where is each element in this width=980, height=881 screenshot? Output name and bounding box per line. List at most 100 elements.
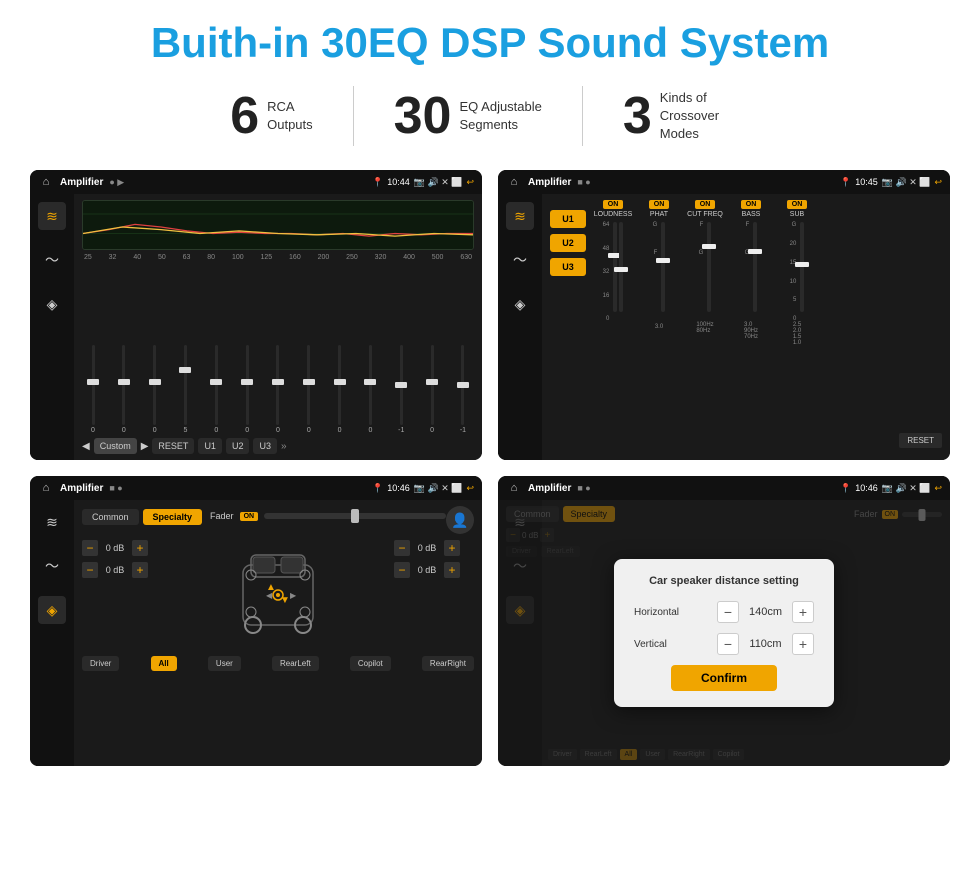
screenshots-grid: ⌂ Amplifier ● ▶ 📍 10:44 📷 🔊 ✕ ⬜ ↩ ≋ 〜 ◈ xyxy=(30,170,950,766)
plus-btn-tr[interactable]: + xyxy=(444,540,460,556)
minus-btn-br[interactable]: − xyxy=(394,562,410,578)
stat-number-rca: 6 xyxy=(230,90,259,142)
screen2-app-name: Amplifier xyxy=(528,177,571,188)
screen3-status-bar: ⌂ Amplifier ■ ● 📍 10:46 📷 🔊 ✕ ⬜ ↩ xyxy=(30,476,482,500)
screen3-time: 10:46 xyxy=(387,483,410,493)
copilot-btn-s3[interactable]: Copilot xyxy=(350,656,391,671)
on-bass[interactable]: ON xyxy=(741,200,762,209)
on-phat[interactable]: ON xyxy=(649,200,670,209)
speaker-icon[interactable]: ◈ xyxy=(38,290,66,318)
left-sidebar-4: ≋ 〜 ◈ xyxy=(498,500,542,766)
u3-btn-s1[interactable]: U3 xyxy=(253,438,277,454)
all-btn-s3[interactable]: All xyxy=(151,656,177,671)
screen2-body: ≋ 〜 ◈ U1 U2 U3 ON LOUDNESS xyxy=(498,194,950,460)
minus-btn-bl[interactable]: − xyxy=(82,562,98,578)
horizontal-plus-btn[interactable]: + xyxy=(792,601,814,623)
plus-btn-tl[interactable]: + xyxy=(132,540,148,556)
db-row-bl: − 0 dB + xyxy=(82,562,162,578)
eq-sliders-row: 0 0 0 5 xyxy=(82,265,474,434)
eq-slider-1: 0 xyxy=(115,345,133,434)
avatar-btn[interactable]: 👤 xyxy=(446,506,474,534)
u2-btn-s2[interactable]: U2 xyxy=(550,234,586,252)
speaker-bottom-btns: Driver All User RearLeft Copilot RearRig… xyxy=(82,656,474,671)
fader-slider[interactable] xyxy=(264,513,446,519)
plus-btn-br[interactable]: + xyxy=(444,562,460,578)
minus-btn-tr[interactable]: − xyxy=(394,540,410,556)
speaker-controls-left: − 0 dB + − 0 dB + xyxy=(82,540,162,578)
screen4-time: 10:46 xyxy=(855,483,878,493)
on-loudness[interactable]: ON xyxy=(603,200,624,209)
screen1-app-name: Amplifier xyxy=(60,177,103,188)
confirm-button[interactable]: Confirm xyxy=(671,665,777,691)
svg-text:▼: ▼ xyxy=(280,595,290,606)
vertical-label: Vertical xyxy=(634,639,694,650)
reset-btn-s2[interactable]: RESET xyxy=(899,433,942,448)
horizontal-minus-btn[interactable]: − xyxy=(717,601,739,623)
fader-row: Fader ON xyxy=(210,511,446,521)
user-btn-s3[interactable]: User xyxy=(208,656,241,671)
u2-btn-s1[interactable]: U2 xyxy=(226,438,250,454)
dialog-row-horizontal: Horizontal − 140cm + xyxy=(634,601,814,623)
screen4-bottom-btns-bg: Driver RearLeft All User RearRight Copil… xyxy=(548,749,944,760)
vertical-plus-btn[interactable]: + xyxy=(792,633,814,655)
speaker-icon-s2[interactable]: ◈ xyxy=(506,290,534,318)
crossover-sliders: ON LOUDNESS 644832160 xyxy=(592,200,893,454)
on-cutfreq[interactable]: ON xyxy=(695,200,716,209)
distance-dialog: Car speaker distance setting Horizontal … xyxy=(614,559,834,707)
u1-btn-s2[interactable]: U1 xyxy=(550,210,586,228)
eq-sliders-icon-s2[interactable]: ≋ xyxy=(506,202,534,230)
eq-slider-9: 0 xyxy=(361,345,379,434)
eq-sliders-icon[interactable]: ≋ xyxy=(38,202,66,230)
home-icon[interactable]: ⌂ xyxy=(38,174,54,190)
reset-btn-s1[interactable]: RESET xyxy=(152,438,194,454)
minus-btn-tl[interactable]: − xyxy=(82,540,98,556)
wave-icon-s3[interactable]: 〜 xyxy=(38,552,66,580)
eq-panel: 25 32 40 50 63 80 100 125 160 200 250 32… xyxy=(74,194,482,460)
screen4-app-name: Amplifier xyxy=(528,483,571,494)
rearleft-btn-s3[interactable]: RearLeft xyxy=(272,656,319,671)
u3-btn-s2[interactable]: U3 xyxy=(550,258,586,276)
vertical-stepper: − 110cm + xyxy=(717,633,814,655)
eq-slider-3: 5 xyxy=(176,345,194,434)
wave-icon-s2[interactable]: 〜 xyxy=(506,246,534,274)
driver-btn-s3[interactable]: Driver xyxy=(82,656,119,671)
eq-sliders-icon-s3[interactable]: ≋ xyxy=(38,508,66,536)
speaker-icon-s3[interactable]: ◈ xyxy=(38,596,66,624)
db-value-tl: 0 dB xyxy=(101,543,129,553)
stat-number-eq: 30 xyxy=(394,90,452,142)
home-icon-s3[interactable]: ⌂ xyxy=(38,480,54,496)
tab-specialty-s3[interactable]: Specialty xyxy=(143,509,203,525)
home-icon-s2[interactable]: ⌂ xyxy=(506,174,522,190)
db-value-tr: 0 dB xyxy=(413,543,441,553)
speaker-tabs: Common Specialty xyxy=(82,509,202,525)
stat-desc-crossover: Kinds of Crossover Modes xyxy=(660,89,750,144)
vertical-minus-btn[interactable]: − xyxy=(717,633,739,655)
eq-slider-6: 0 xyxy=(269,345,287,434)
stat-desc-eq: EQ Adjustable Segments xyxy=(459,98,541,134)
db-row-br: − 0 dB + xyxy=(394,562,474,578)
db-row-tr: − 0 dB + xyxy=(394,540,474,556)
eq-slider-10: -1 xyxy=(392,345,410,434)
on-sub[interactable]: ON xyxy=(787,200,808,209)
wave-icon[interactable]: 〜 xyxy=(38,246,66,274)
dialog-title: Car speaker distance setting xyxy=(634,575,814,587)
eq-slider-12: -1 xyxy=(454,345,472,434)
on-badge-fader[interactable]: ON xyxy=(240,512,259,521)
custom-btn[interactable]: Custom xyxy=(94,438,137,454)
tab-common-s3[interactable]: Common xyxy=(82,509,139,525)
stat-item-crossover: 3 Kinds of Crossover Modes xyxy=(583,89,790,144)
plus-btn-bl[interactable]: + xyxy=(132,562,148,578)
screen4-body: ≋ 〜 ◈ Common Specialty Fader ON xyxy=(498,500,950,766)
db-value-br: 0 dB xyxy=(413,565,441,575)
rearright-btn-s3[interactable]: RearRight xyxy=(422,656,474,671)
eq-bottom-bar: ◀ Custom ▶ RESET U1 U2 U3 » xyxy=(82,438,474,454)
home-icon-s4[interactable]: ⌂ xyxy=(506,480,522,496)
eq-slider-11: 0 xyxy=(423,345,441,434)
section-loudness: ON LOUDNESS 644832160 xyxy=(592,200,634,454)
speaker-layout: − 0 dB + − 0 dB + xyxy=(82,540,474,650)
car-diagram: ▲ ▼ ◀ ▶ xyxy=(170,540,386,650)
eq-graph xyxy=(82,200,474,250)
screen3-speaker: ⌂ Amplifier ■ ● 📍 10:46 📷 🔊 ✕ ⬜ ↩ ≋ 〜 ◈ xyxy=(30,476,482,766)
u1-btn-s1[interactable]: U1 xyxy=(198,438,222,454)
expand-icon[interactable]: » xyxy=(281,441,287,452)
